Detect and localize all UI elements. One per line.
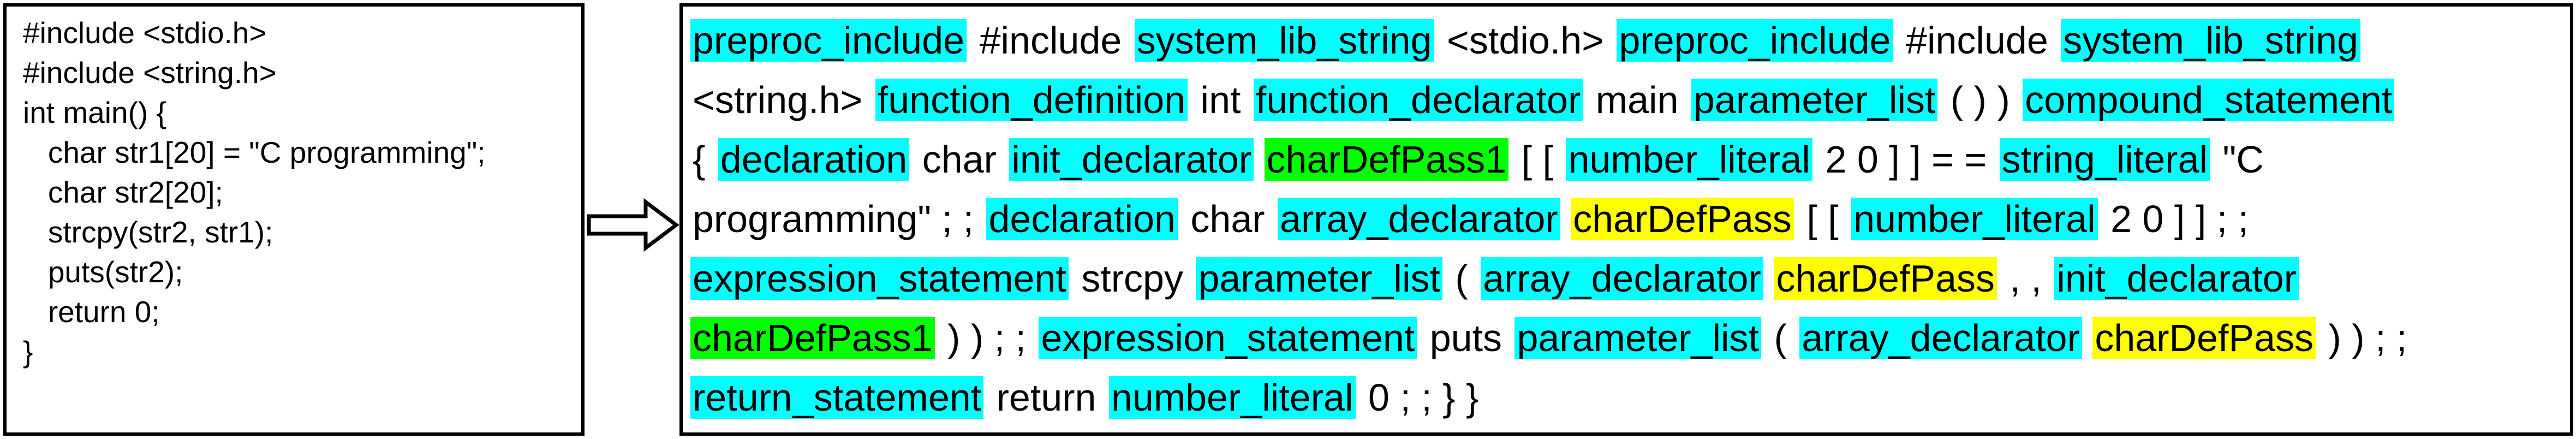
ast-node-token: string_literal bbox=[1999, 138, 2210, 181]
source-code-panel: #include <stdio.h> #include <string.h> i… bbox=[3, 3, 585, 436]
ast-node-token: function_definition bbox=[875, 79, 1188, 121]
token-line: expression_statement strcpy parameter_li… bbox=[690, 249, 2565, 309]
code-token: #include bbox=[1906, 19, 2048, 62]
ast-node-token: preproc_include bbox=[1617, 19, 1893, 62]
token-line: charDefPass1 ) ) ; ; expression_statemen… bbox=[690, 309, 2565, 368]
code-token: <stdio.h> bbox=[1447, 19, 1604, 62]
ast-node-token: system_lib_string bbox=[1134, 19, 1434, 62]
token-line: preproc_include #include system_lib_stri… bbox=[690, 11, 2565, 70]
code-token: char bbox=[1190, 198, 1265, 240]
ast-node-token: number_literal bbox=[1851, 198, 2098, 240]
code-token: ( bbox=[1455, 257, 1468, 300]
code-token: "C bbox=[2222, 138, 2264, 181]
char-def-pass1-token: charDefPass1 bbox=[1264, 138, 1509, 181]
ast-node-token: parameter_list bbox=[1196, 257, 1442, 300]
code-token: , , bbox=[2009, 257, 2042, 300]
ast-node-token: array_declarator bbox=[1799, 317, 2082, 359]
code-token: 2 0 ] ] = = bbox=[1825, 138, 1987, 181]
ast-node-token: parameter_list bbox=[1514, 317, 1761, 359]
ast-node-token: declaration bbox=[718, 138, 910, 181]
ast-token-sequence-panel: preproc_include #include system_lib_stri… bbox=[679, 3, 2573, 436]
arrow-outline bbox=[587, 198, 679, 252]
ast-node-token: function_declarator bbox=[1253, 79, 1583, 121]
code-line: int main() { bbox=[23, 96, 166, 129]
code-token: ) ) ; ; bbox=[2328, 317, 2407, 359]
ast-node-token: parameter_list bbox=[1691, 79, 1938, 121]
code-token: [ [ bbox=[1806, 198, 1839, 240]
code-token: ) ) ; ; bbox=[947, 317, 1026, 359]
code-line: #include <stdio.h> bbox=[23, 16, 267, 50]
code-line: } bbox=[23, 335, 33, 369]
token-line: programming" ; ; declaration char array_… bbox=[690, 189, 2565, 249]
code-token: int bbox=[1200, 79, 1241, 121]
code-token: puts bbox=[1429, 317, 1502, 359]
token-line: <string.h> function_definition int funct… bbox=[690, 70, 2565, 130]
code-token: ( bbox=[1774, 317, 1787, 359]
char-def-pass-token: charDefPass bbox=[2092, 317, 2316, 359]
ast-node-token: preproc_include bbox=[690, 19, 967, 62]
code-line: #include <string.h> bbox=[23, 56, 277, 90]
code-token: main bbox=[1595, 79, 1679, 121]
code-line: char str1[20] = "C programming"; bbox=[23, 135, 486, 169]
code-token: programming" ; ; bbox=[693, 198, 974, 240]
right-arrow-icon bbox=[587, 198, 679, 252]
ast-node-token: array_declarator bbox=[1481, 257, 1763, 300]
token-line: return_statement return number_literal 0… bbox=[690, 368, 2565, 428]
char-def-pass-token: charDefPass bbox=[1571, 198, 1794, 240]
code-token: { bbox=[693, 138, 706, 181]
ast-node-token: system_lib_string bbox=[2061, 19, 2360, 62]
code-token: [ [ bbox=[1521, 138, 1553, 181]
code-token: <string.h> bbox=[693, 79, 863, 121]
ast-node-token: number_literal bbox=[1566, 138, 1812, 181]
code-token: #include bbox=[979, 19, 1122, 62]
code-token: ( ) ) bbox=[1950, 79, 2010, 121]
code-token: strcpy bbox=[1081, 257, 1183, 300]
code-line: char str2[20]; bbox=[23, 175, 223, 209]
ast-node-token: compound_statement bbox=[2023, 79, 2395, 121]
code-token: 2 0 ] ] ; ; bbox=[2110, 198, 2249, 240]
ast-node-token: return_statement bbox=[690, 376, 984, 419]
ast-node-token: expression_statement bbox=[690, 257, 1069, 300]
code-line: puts(str2); bbox=[23, 255, 183, 289]
code-line: strcpy(str2, str1); bbox=[23, 215, 273, 249]
token-line: { declaration char init_declarator charD… bbox=[690, 130, 2565, 189]
code-token: 0 ; ; } } bbox=[1368, 376, 1479, 419]
code-line: return 0; bbox=[23, 295, 160, 329]
char-def-pass1-token: charDefPass1 bbox=[690, 317, 935, 359]
ast-node-token: number_literal bbox=[1108, 376, 1356, 419]
ast-node-token: init_declarator bbox=[1009, 138, 1254, 181]
code-token: char bbox=[922, 138, 997, 181]
ast-node-token: declaration bbox=[986, 198, 1178, 240]
ast-node-token: array_declarator bbox=[1278, 198, 1560, 240]
ast-node-token: expression_statement bbox=[1039, 317, 1417, 359]
code-token: return bbox=[996, 376, 1096, 419]
char-def-pass-token: charDefPass bbox=[1774, 257, 1997, 300]
ast-node-token: init_declarator bbox=[2054, 257, 2299, 300]
